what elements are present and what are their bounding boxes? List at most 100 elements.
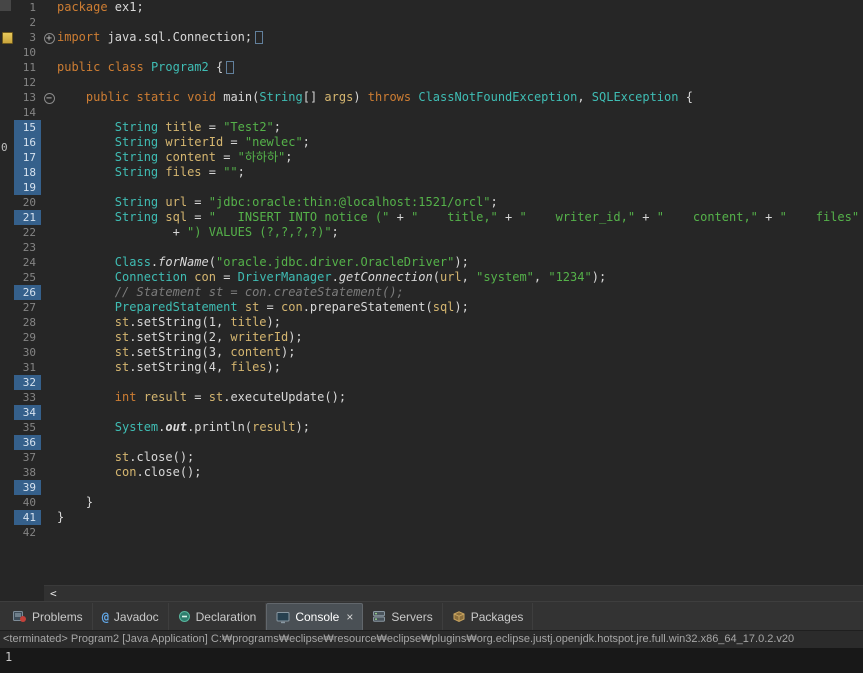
line-number[interactable]: 15 (14, 120, 41, 135)
line-number[interactable]: 3 (14, 30, 41, 45)
line-number[interactable]: 42 (14, 525, 41, 540)
code-text[interactable]: // Statement st = con.createStatement(); (57, 285, 404, 300)
console-output-area[interactable]: 1 (0, 648, 863, 673)
line-number[interactable]: 32 (14, 375, 41, 390)
line-number[interactable]: 39 (14, 480, 41, 495)
code-text[interactable]: st.setString(1, title); (57, 315, 281, 330)
code-text[interactable]: String writerId = "newlec"; (57, 135, 310, 150)
horizontal-scrollbar[interactable]: < (44, 585, 863, 601)
line-number[interactable]: 13 (14, 90, 41, 105)
token-pl: .close(); (136, 465, 202, 479)
tab-javadoc[interactable]: @ Javadoc (93, 603, 169, 630)
tab-packages[interactable]: Packages (443, 603, 534, 630)
line-number[interactable]: 16 (14, 135, 41, 150)
code-text[interactable]: } (57, 510, 64, 525)
line-number[interactable]: 40 (14, 495, 41, 510)
marker-bar-cell (0, 195, 14, 210)
code-text[interactable]: st.setString(2, writerId); (57, 330, 303, 345)
fold-expanded-icon[interactable]: − (43, 93, 55, 104)
line-number[interactable]: 17 (14, 150, 41, 165)
token-kw: void (187, 90, 216, 104)
line-number[interactable]: 19 (14, 180, 41, 195)
marker-bar-cell (0, 240, 14, 255)
token-str: "" (223, 165, 238, 179)
tab-problems[interactable]: Problems (4, 603, 93, 630)
code-text[interactable]: String content = "하하하"; (57, 150, 293, 165)
packages-icon (452, 610, 466, 623)
line-number[interactable]: 28 (14, 315, 41, 330)
token-str: " title," (411, 210, 498, 224)
line-number[interactable]: 14 (14, 105, 41, 120)
code-text[interactable]: Connection con = DriverManager.getConnec… (57, 270, 606, 285)
line-number[interactable]: 31 (14, 360, 41, 375)
line-number[interactable]: 37 (14, 450, 41, 465)
token-pl: + (389, 210, 412, 224)
code-text[interactable]: String files = ""; (57, 165, 245, 180)
marker-bar-cell (0, 30, 14, 45)
code-text[interactable]: String url = "jdbc:oracle:thin:@localhos… (57, 195, 498, 210)
tab-console[interactable]: Console × (266, 603, 364, 630)
code-text[interactable]: con.close(); (57, 465, 202, 480)
java-code-editor[interactable]: 1 package ex1; 2 3 + import java.sql.Connecti… (0, 0, 863, 601)
line-number[interactable]: 22 (14, 225, 41, 240)
line-number[interactable]: 18 (14, 165, 41, 180)
declaration-icon (178, 610, 191, 623)
line-number[interactable]: 2 (14, 15, 41, 30)
line-number[interactable]: 20 (14, 195, 41, 210)
code-text[interactable]: import java.sql.Connection; (57, 30, 264, 45)
code-text[interactable]: Class.forName("oracle.jdbc.driver.Oracle… (57, 255, 469, 270)
tab-label: Problems (32, 609, 83, 624)
code-text[interactable]: System.out.println(result); (57, 420, 310, 435)
tab-declaration[interactable]: Declaration (169, 603, 267, 630)
code-text[interactable]: String sql = " INSERT INTO notice (" + "… (57, 210, 859, 225)
code-text[interactable]: public static void main(String[] args) t… (57, 90, 693, 105)
code-text[interactable]: + ") VALUES (?,?,?,?)"; (57, 225, 339, 240)
token-fld: out (165, 420, 188, 434)
code-text[interactable]: st.setString(4, files); (57, 360, 281, 375)
tab-close-icon[interactable]: × (346, 610, 353, 624)
fold-margin-cell: + (41, 30, 57, 45)
line-number[interactable]: 11 (14, 60, 41, 75)
line-number[interactable]: 33 (14, 390, 41, 405)
scroll-left-icon[interactable]: < (44, 587, 57, 600)
line-number[interactable]: 34 (14, 405, 41, 420)
line-number[interactable]: 26 (14, 285, 41, 300)
code-text[interactable]: st.close(); (57, 450, 194, 465)
code-text[interactable]: package ex1; (57, 0, 144, 15)
line-number[interactable]: 24 (14, 255, 41, 270)
line-number[interactable]: 36 (14, 435, 41, 450)
code-text[interactable]: String title = "Test2"; (57, 120, 281, 135)
fold-collapsed-icon[interactable]: + (43, 33, 55, 44)
line-number[interactable]: 12 (14, 75, 41, 90)
line-number[interactable]: 1 (14, 0, 41, 15)
line-number[interactable]: 35 (14, 420, 41, 435)
line-number[interactable]: 29 (14, 330, 41, 345)
code-line: 23 (0, 240, 863, 255)
tab-servers[interactable]: Servers (363, 603, 443, 630)
code-text[interactable]: } (57, 495, 93, 510)
line-number[interactable]: 25 (14, 270, 41, 285)
code-line: 15 String title = "Test2"; (0, 120, 863, 135)
code-text[interactable]: int result = st.executeUpdate(); (57, 390, 346, 405)
line-number[interactable]: 30 (14, 345, 41, 360)
line-number[interactable]: 23 (14, 240, 41, 255)
line-number[interactable]: 38 (14, 465, 41, 480)
token-pl: = (215, 150, 238, 164)
token-var: url (165, 195, 188, 209)
code-text[interactable]: public class Program2 { (57, 60, 235, 75)
tab-label: Packages (470, 609, 524, 624)
code-text[interactable]: PreparedStatement st = con.prepareStatem… (57, 300, 469, 315)
code-text[interactable]: st.setString(3, content); (57, 345, 296, 360)
token-cls: String (259, 90, 303, 104)
line-number[interactable]: 41 (14, 510, 41, 525)
code-line: 27 PreparedStatement st = con.prepareSta… (0, 300, 863, 315)
line-number[interactable]: 21 (14, 210, 41, 225)
token-var: args (324, 90, 354, 104)
fold-margin-cell (41, 330, 57, 345)
fold-margin-cell (41, 345, 57, 360)
warning-marker-icon[interactable] (1, 32, 13, 44)
line-number[interactable]: 10 (14, 45, 41, 60)
line-number[interactable]: 27 (14, 300, 41, 315)
